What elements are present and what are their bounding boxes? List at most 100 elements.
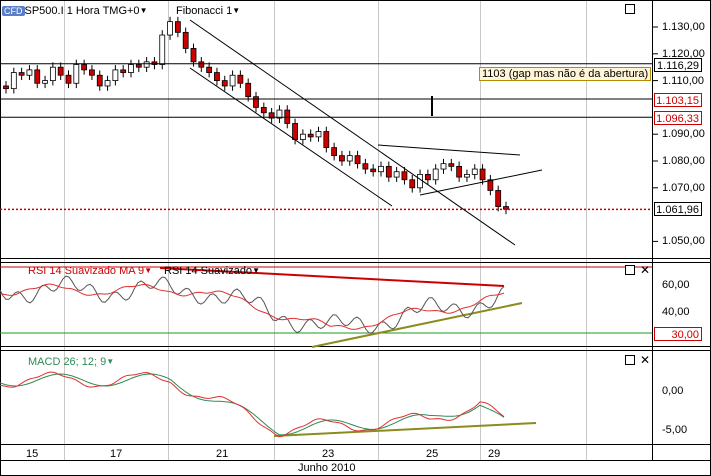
time-tick: 29 (488, 448, 501, 460)
candle-down (182, 31, 189, 49)
rsi-text: RSI 14 Suavizado (164, 265, 253, 277)
chevron-down-icon[interactable]: ▼ (232, 6, 240, 15)
candle-up (315, 131, 322, 138)
candle-up (42, 80, 48, 84)
candle-down (385, 165, 392, 178)
price-tick: 1.130,00 (662, 21, 705, 33)
candle-down (174, 21, 181, 33)
rsi-lines (0, 266, 652, 348)
candle-down (214, 72, 220, 81)
price-tick: 1.110,00 (662, 75, 705, 87)
rsi-ma-label[interactable]: RSI 14 Suavizado MA 9▼ (28, 264, 152, 278)
price-tick: 1.050,00 (662, 235, 705, 247)
candle-up (10, 72, 17, 90)
macd-tick: 0,00 (662, 385, 684, 397)
candle-up (159, 34, 166, 65)
time-tick: 25 (426, 448, 439, 460)
rsi-ma-text: RSI 14 Suavizado MA 9 (28, 265, 145, 277)
candle-up (299, 133, 306, 140)
cfd-logo: CFD (2, 6, 25, 16)
study-label: Fibonacci 1 (176, 5, 233, 17)
macd-signal-line (0, 373, 505, 436)
price-box: 1.116,29 (654, 58, 702, 72)
maximize-icon[interactable] (625, 355, 635, 365)
macd-tick: -5,00 (662, 424, 688, 436)
candle-up (143, 61, 150, 68)
rsi-support-trend (311, 302, 523, 348)
candle-down (448, 163, 455, 167)
close-icon[interactable]: ✕ (640, 264, 650, 276)
candle-down (401, 171, 408, 181)
candle-up (229, 74, 236, 87)
candle-up (128, 64, 134, 73)
candle-down (456, 165, 463, 178)
candle-down (253, 96, 259, 108)
rsi-label[interactable]: RSI 14 Suavizado▼ (164, 264, 260, 278)
candle-down (221, 80, 228, 87)
candle-down (135, 64, 142, 68)
candle-up (112, 69, 119, 81)
candle-up (417, 173, 423, 189)
candle-up (49, 66, 56, 81)
candle-down (362, 163, 369, 170)
price-tick: 1.080,00 (662, 155, 705, 167)
candle-down (34, 69, 41, 84)
price-tick: 1.090,00 (662, 128, 705, 140)
triangle-upper (377, 144, 521, 156)
maximize-icon[interactable] (625, 4, 635, 14)
price-box: 1.103,15 (654, 93, 702, 107)
candle-up (26, 69, 33, 76)
chevron-down-icon[interactable]: ▼ (140, 6, 148, 15)
price-box: 1.096,33 (654, 111, 702, 125)
macd-line (0, 371, 505, 438)
candle-down (495, 190, 502, 207)
candle-down (81, 64, 88, 71)
symbol-header[interactable]: CFD SP500.I 1 Hora TMG+0▼ (2, 4, 147, 18)
candle-down (260, 107, 267, 114)
chevron-down-icon[interactable]: ▼ (252, 266, 260, 275)
time-tick: 17 (110, 448, 123, 460)
channel-lower (189, 67, 393, 207)
candle-down (18, 72, 25, 76)
macd-text: MACD 26; 12; 9 (28, 356, 107, 368)
time-tick: 23 (322, 448, 335, 460)
study-selector[interactable]: Fibonacci 1▼ (176, 4, 240, 18)
rsi-level-box: 30,00 (654, 327, 702, 341)
candle-down (120, 69, 127, 73)
candle-down (3, 85, 9, 90)
candle-down (65, 74, 72, 84)
candle-up (440, 163, 447, 170)
macd-label[interactable]: MACD 26; 12; 9▼ (28, 355, 114, 369)
candle-down (339, 155, 345, 162)
candle-up (104, 80, 111, 87)
candle-down (354, 155, 361, 165)
candle-down (57, 66, 64, 76)
candle-up (378, 165, 384, 173)
candle-down (96, 74, 103, 87)
gap-annotation[interactable]: 1103 (gap mas não é da abertura) (479, 67, 652, 81)
candle-up (346, 155, 353, 162)
price-box: 1.061,96 (654, 202, 702, 216)
candle-down (323, 131, 330, 149)
candle-up (73, 64, 80, 84)
candle-down (479, 168, 486, 181)
candle-down (307, 133, 314, 138)
rsi-tick: 40,00 (662, 306, 690, 318)
macd-lines (0, 371, 537, 438)
candle-up (432, 168, 439, 181)
chevron-down-icon[interactable]: ▼ (144, 266, 152, 275)
candle-down (245, 82, 252, 98)
chevron-down-icon[interactable]: ▼ (106, 357, 114, 366)
candle-up (167, 21, 173, 36)
maximize-icon[interactable] (625, 265, 635, 275)
candle-down (409, 179, 416, 189)
channel-upper (189, 19, 516, 246)
candle-down (331, 147, 338, 157)
candle-up (464, 173, 470, 178)
candle-down (198, 61, 205, 68)
candle-down (89, 69, 95, 76)
candle-down (206, 66, 213, 73)
close-icon[interactable]: ✕ (640, 354, 650, 366)
candle-up (471, 168, 478, 175)
price-tick: 1.070,00 (662, 182, 705, 194)
